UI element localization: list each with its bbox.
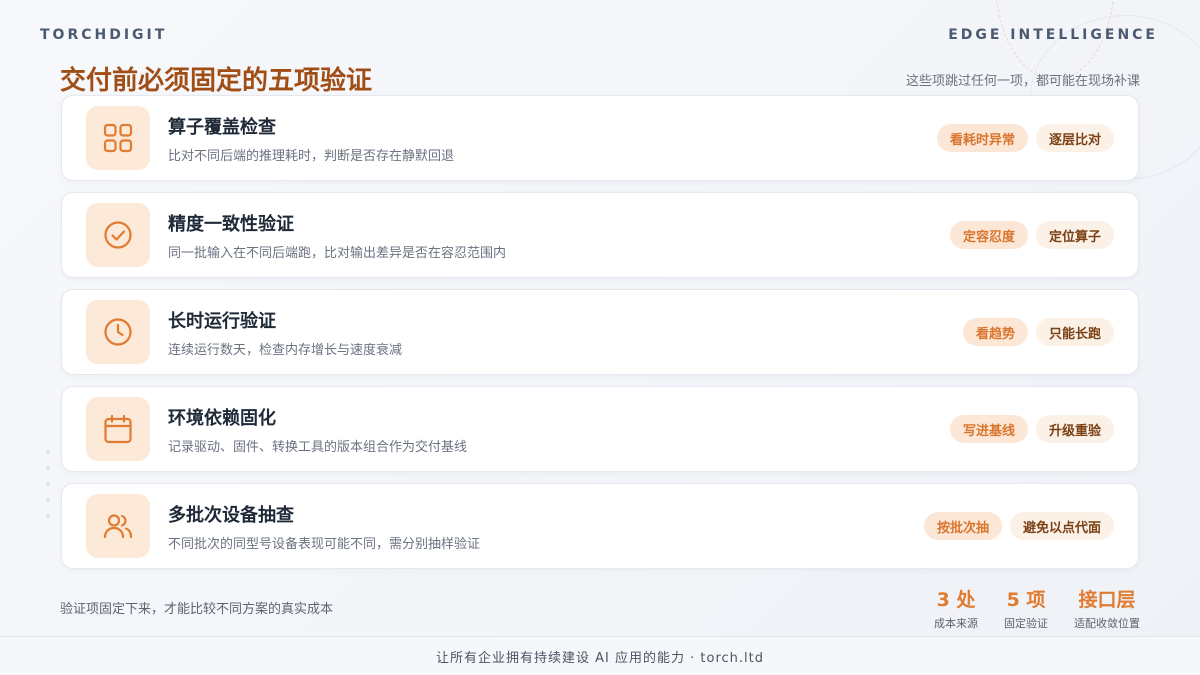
page-title: 交付前必须固定的五项验证 bbox=[60, 66, 373, 96]
stat-label: 固定验证 bbox=[1004, 617, 1048, 630]
calendar-icon bbox=[86, 397, 150, 461]
stat-label: 适配收敛位置 bbox=[1074, 617, 1140, 630]
verification-card: 环境依赖固化 记录驱动、固件、转换工具的版本组合作为交付基线 写进基线 升级重验 bbox=[61, 386, 1139, 472]
page-subtitle: 这些项跳过任何一项，都可能在现场补课 bbox=[905, 74, 1140, 89]
tag-secondary: 逐层比对 bbox=[1035, 124, 1114, 152]
stat-item: 3 处 成本来源 bbox=[934, 585, 978, 631]
footer-note: 验证项固定下来，才能比较不同方案的真实成本 bbox=[60, 602, 334, 617]
brand-name: TORCHDIGIT bbox=[40, 27, 168, 43]
stat-value: 接口层 bbox=[1078, 589, 1136, 611]
verification-card: 长时运行验证 连续运行数天，检查内存增长与速度衰减 看趋势 只能长跑 bbox=[61, 289, 1139, 375]
card-title: 算子覆盖检查 bbox=[168, 116, 276, 138]
brand-tagline: EDGE INTELLIGENCE bbox=[948, 27, 1158, 43]
tag-primary: 看趋势 bbox=[962, 318, 1028, 346]
footer-tagline: 让所有企业拥有持续建设 AI 应用的能力 · torch.ltd bbox=[436, 650, 764, 666]
tag-secondary: 定位算子 bbox=[1035, 221, 1114, 249]
decorative-dots bbox=[46, 450, 50, 530]
card-description: 比对不同后端的推理耗时，判断是否存在静默回退 bbox=[168, 148, 455, 164]
verification-card: 算子覆盖检查 比对不同后端的推理耗时，判断是否存在静默回退 看耗时异常 逐层比对 bbox=[61, 95, 1139, 181]
card-title: 环境依赖固化 bbox=[168, 407, 276, 429]
stat-label: 成本来源 bbox=[934, 617, 978, 630]
stat-item: 接口层 适配收敛位置 bbox=[1074, 585, 1140, 631]
tag-primary: 写进基线 bbox=[949, 415, 1028, 443]
card-title: 长时运行验证 bbox=[168, 310, 276, 332]
tag-secondary: 避免以点代面 bbox=[1009, 512, 1114, 540]
stat-value: 3 处 bbox=[936, 589, 976, 611]
tag-secondary: 升级重验 bbox=[1035, 415, 1114, 443]
card-title: 多批次设备抽查 bbox=[168, 504, 294, 526]
card-description: 同一批输入在不同后端跑，比对输出差异是否在容忍范围内 bbox=[168, 245, 507, 261]
users-icon bbox=[86, 494, 150, 558]
check-circle-icon bbox=[86, 203, 150, 267]
tag-primary: 按批次抽 bbox=[923, 512, 1002, 540]
tag-secondary: 只能长跑 bbox=[1035, 318, 1114, 346]
stats-summary: 3 处 成本来源 5 项 固定验证 接口层 适配收敛位置 bbox=[934, 585, 1140, 631]
verification-list: 算子覆盖检查 比对不同后端的推理耗时，判断是否存在静默回退 看耗时异常 逐层比对… bbox=[61, 95, 1139, 580]
verification-card: 多批次设备抽查 不同批次的同型号设备表现可能不同，需分别抽样验证 按批次抽 避免… bbox=[61, 483, 1139, 569]
card-title: 精度一致性验证 bbox=[168, 213, 294, 235]
tag-primary: 定容忍度 bbox=[949, 221, 1028, 249]
card-description: 不同批次的同型号设备表现可能不同，需分别抽样验证 bbox=[168, 536, 481, 552]
tag-primary: 看耗时异常 bbox=[936, 124, 1028, 152]
verification-card: 精度一致性验证 同一批输入在不同后端跑，比对输出差异是否在容忍范围内 定容忍度 … bbox=[61, 192, 1139, 278]
stat-value: 5 项 bbox=[1006, 589, 1046, 611]
stat-item: 5 项 固定验证 bbox=[1004, 585, 1048, 631]
clock-icon bbox=[86, 300, 150, 364]
card-description: 记录驱动、固件、转换工具的版本组合作为交付基线 bbox=[168, 439, 468, 455]
card-description: 连续运行数天，检查内存增长与速度衰减 bbox=[168, 342, 403, 358]
footer-bar: 让所有企业拥有持续建设 AI 应用的能力 · torch.ltd bbox=[0, 636, 1200, 675]
grid-icon bbox=[86, 106, 150, 170]
